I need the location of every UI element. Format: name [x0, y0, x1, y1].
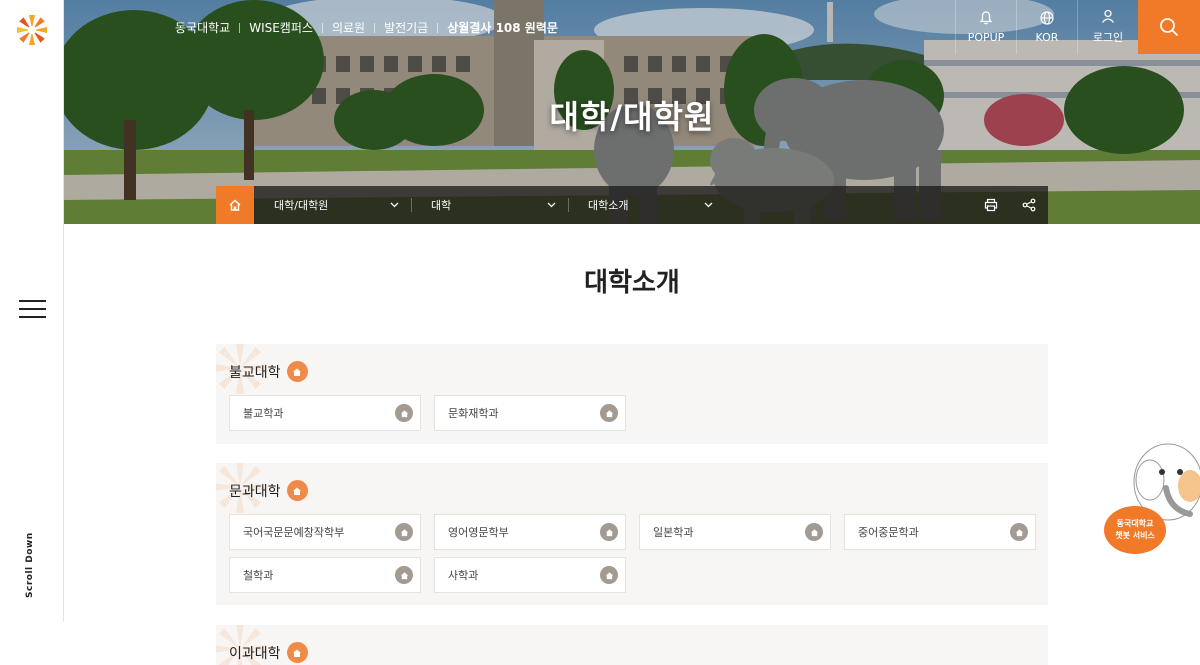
- popup-button[interactable]: POPUP: [955, 0, 1016, 54]
- popup-label: POPUP: [967, 30, 1005, 44]
- chevron-down-icon: [390, 202, 399, 208]
- top-navigation: 동국대학교 WISE캠퍼스 의료원 발전기금 상월결사 108 원력문: [175, 19, 558, 36]
- section-title: 이과대학: [229, 645, 281, 662]
- home-icon: [810, 528, 818, 536]
- breadcrumb-level3-label: 대학소개: [588, 199, 629, 212]
- page-title: 대학소개: [584, 268, 680, 298]
- department-name: 영어영문학부: [448, 526, 509, 539]
- college-section-humanities: 문과대학 국어국문문예창작학부 영어영문학부 일본학과 중어중문학과 철학과 사…: [216, 463, 1048, 605]
- breadcrumb: 대학/대학원 대학 대학소개: [216, 186, 1048, 224]
- breadcrumb-select-level3[interactable]: 대학소개: [568, 186, 725, 224]
- department-name: 중어중문학과: [858, 526, 919, 539]
- top-link-dongguk[interactable]: 동국대학교: [175, 19, 230, 36]
- breadcrumb-level2-label: 대학: [431, 199, 452, 212]
- department-home-link[interactable]: [600, 566, 618, 584]
- login-label: 로그인: [1092, 31, 1124, 44]
- department-home-link[interactable]: [805, 523, 823, 541]
- college-section-science: 이과대학: [216, 625, 1048, 665]
- bell-icon: [979, 10, 993, 24]
- print-button[interactable]: [972, 186, 1010, 224]
- breadcrumb-select-level1[interactable]: 대학/대학원: [254, 186, 411, 224]
- top-link-development-fund[interactable]: 발전기금: [384, 19, 428, 36]
- college-home-link[interactable]: [286, 480, 308, 501]
- logo-icon[interactable]: [14, 12, 50, 48]
- home-icon: [1015, 528, 1023, 536]
- breadcrumb-tools: [972, 186, 1048, 224]
- college-section-buddhist: 불교대학 불교학과 문화재학과: [216, 344, 1048, 444]
- share-button[interactable]: [1010, 186, 1048, 224]
- login-button[interactable]: 로그인: [1077, 0, 1138, 54]
- globe-icon: [1040, 10, 1054, 25]
- section-header: 문과대학: [229, 480, 308, 501]
- department-item[interactable]: 사학과: [434, 557, 626, 593]
- department-name: 문화재학과: [448, 407, 499, 420]
- home-icon: [605, 409, 613, 417]
- department-list: 불교학과 문화재학과: [229, 395, 1036, 431]
- scroll-down-label: Scroll Down: [25, 532, 35, 598]
- department-list: 국어국문문예창작학부 영어영문학부 일본학과 중어중문학과 철학과 사학과: [229, 514, 1036, 593]
- menu-icon[interactable]: [19, 300, 46, 320]
- user-icon: [1101, 9, 1115, 23]
- breadcrumb-select-level2[interactable]: 대학: [411, 186, 568, 224]
- home-icon: [400, 528, 408, 536]
- top-link-wise-campus[interactable]: WISE캠퍼스: [249, 19, 313, 36]
- utility-menu: POPUP KOR 로그인: [955, 0, 1138, 54]
- chatbot-label-line1: 동국대학교: [1116, 519, 1154, 528]
- department-item[interactable]: 영어영문학부: [434, 514, 626, 550]
- home-icon: [293, 649, 302, 657]
- department-item[interactable]: 일본학과: [639, 514, 831, 550]
- language-label: KOR: [1035, 30, 1059, 44]
- section-header: 이과대학: [229, 642, 308, 663]
- home-icon: [605, 571, 613, 579]
- department-name: 철학과: [243, 569, 274, 582]
- language-button[interactable]: KOR: [1016, 0, 1077, 54]
- department-home-link[interactable]: [600, 404, 618, 422]
- department-home-link[interactable]: [395, 404, 413, 422]
- breadcrumb-level1-label: 대학/대학원: [274, 199, 329, 212]
- left-sidebar: Scroll Down: [0, 0, 64, 622]
- department-home-link[interactable]: [600, 523, 618, 541]
- home-icon: [293, 368, 302, 376]
- chevron-down-icon: [547, 202, 556, 208]
- home-icon: [605, 528, 613, 536]
- department-home-link[interactable]: [395, 523, 413, 541]
- department-item[interactable]: 국어국문문예창작학부: [229, 514, 421, 550]
- home-icon: [400, 571, 408, 579]
- share-icon: [1022, 198, 1036, 212]
- chatbot-label-line2: 챗봇 서비스: [1115, 531, 1155, 540]
- section-title: 불교대학: [229, 364, 281, 381]
- home-icon: [293, 487, 302, 495]
- home-icon: [400, 409, 408, 417]
- section-header: 불교대학: [229, 361, 308, 382]
- department-home-link[interactable]: [395, 566, 413, 584]
- department-item[interactable]: 중어중문학과: [844, 514, 1036, 550]
- search-icon: [1160, 18, 1179, 37]
- hero-title: 대학/대학원: [549, 98, 715, 136]
- chevron-down-icon: [704, 202, 713, 208]
- college-home-link[interactable]: [286, 642, 308, 663]
- top-link-108-vow[interactable]: 상월결사 108 원력문: [447, 19, 558, 36]
- department-name: 불교학과: [243, 407, 284, 420]
- top-link-medical-center[interactable]: 의료원: [332, 19, 365, 36]
- chatbot-button[interactable]: 동국대학교 챗봇 서비스: [1100, 440, 1200, 560]
- department-item[interactable]: 철학과: [229, 557, 421, 593]
- chatbot-badge: 동국대학교 챗봇 서비스: [1104, 506, 1166, 554]
- search-button[interactable]: [1138, 0, 1200, 54]
- college-home-link[interactable]: [286, 361, 308, 382]
- department-name: 일본학과: [653, 526, 694, 539]
- department-name: 사학과: [448, 569, 479, 582]
- print-icon: [984, 198, 998, 212]
- department-home-link[interactable]: [1010, 523, 1028, 541]
- department-item[interactable]: 문화재학과: [434, 395, 626, 431]
- breadcrumb-home-button[interactable]: [216, 186, 254, 224]
- department-item[interactable]: 불교학과: [229, 395, 421, 431]
- section-title: 문과대학: [229, 483, 281, 500]
- department-name: 국어국문문예창작학부: [243, 526, 345, 539]
- home-icon: [229, 199, 241, 211]
